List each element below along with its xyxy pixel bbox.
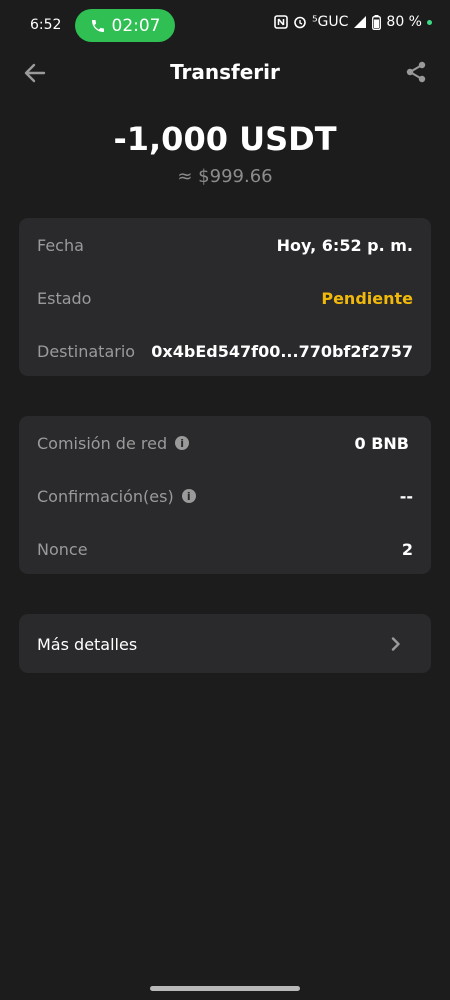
recipient-row: Destinatario 0x4bEd547f00...770bf2f2757 <box>37 339 413 363</box>
status-badge: Pendiente <box>321 288 413 308</box>
info-icon[interactable]: i <box>175 436 190 450</box>
privacy-indicator-dot <box>427 19 432 25</box>
date-value: Hoy, 6:52 p. m. <box>276 235 413 255</box>
more-details-label: Más detalles <box>37 634 138 654</box>
transaction-details-card: Fecha Hoy, 6:52 p. m. Estado Pendiente D… <box>19 218 431 376</box>
share-icon[interactable] <box>404 60 428 84</box>
nfc-icon <box>274 15 288 29</box>
confirmations-label: Confirmación(es) i <box>37 487 196 506</box>
chevron-right-icon <box>391 637 400 651</box>
battery-icon <box>372 14 382 30</box>
alarm-icon <box>294 16 306 29</box>
date-label: Fecha <box>37 235 84 255</box>
status-bar: 6:52 02:07 ⁵GUC 80 % <box>0 0 450 52</box>
date-row: Fecha Hoy, 6:52 p. m. <box>37 233 413 257</box>
info-icon[interactable]: i <box>181 489 196 503</box>
app-header: Transferir <box>0 52 450 94</box>
status-icons: ⁵GUC 80 % <box>274 14 432 30</box>
nonce-value: 2 <box>401 539 413 559</box>
ongoing-call-pill[interactable]: 02:07 <box>75 9 175 42</box>
more-details-row[interactable]: Más detalles <box>37 632 413 656</box>
network-type: ⁵GUC <box>311 14 349 30</box>
status-label: Estado <box>37 288 92 308</box>
call-timer: 02:07 <box>111 15 161 36</box>
network-fee-label-text: Comisión de red <box>37 433 168 453</box>
nonce-label: Nonce <box>37 539 88 559</box>
status-row: Estado Pendiente <box>37 286 413 310</box>
network-fee-label: Comisión de red i <box>37 433 190 453</box>
network-fee-value: 0 BNB <box>354 433 409 453</box>
signal-icon <box>354 16 367 28</box>
page-title: Transferir <box>170 60 280 84</box>
recipient-address[interactable]: 0x4bEd547f00...770bf2f2757 <box>151 342 413 361</box>
status-time: 6:52 <box>30 17 62 33</box>
phone-icon <box>91 19 104 32</box>
confirmations-row: Confirmación(es) i -- <box>37 484 413 508</box>
confirmations-label-text: Confirmación(es) <box>37 486 174 506</box>
confirmations-value: -- <box>399 486 413 506</box>
recipient-label: Destinatario <box>37 341 136 361</box>
home-indicator[interactable] <box>150 986 300 991</box>
network-fee-row: Comisión de red i 0 BNB <box>37 431 413 455</box>
fiat-equivalent: ≈ $999.66 <box>177 166 273 187</box>
transfer-amount: -1,000 USDT <box>113 120 337 158</box>
battery-level: 80 % <box>386 14 422 30</box>
more-details-button[interactable]: Más detalles <box>19 614 431 673</box>
network-details-card: Comisión de red i 0 BNB Confirmación(es)… <box>19 416 431 574</box>
nonce-row: Nonce 2 <box>37 537 413 561</box>
